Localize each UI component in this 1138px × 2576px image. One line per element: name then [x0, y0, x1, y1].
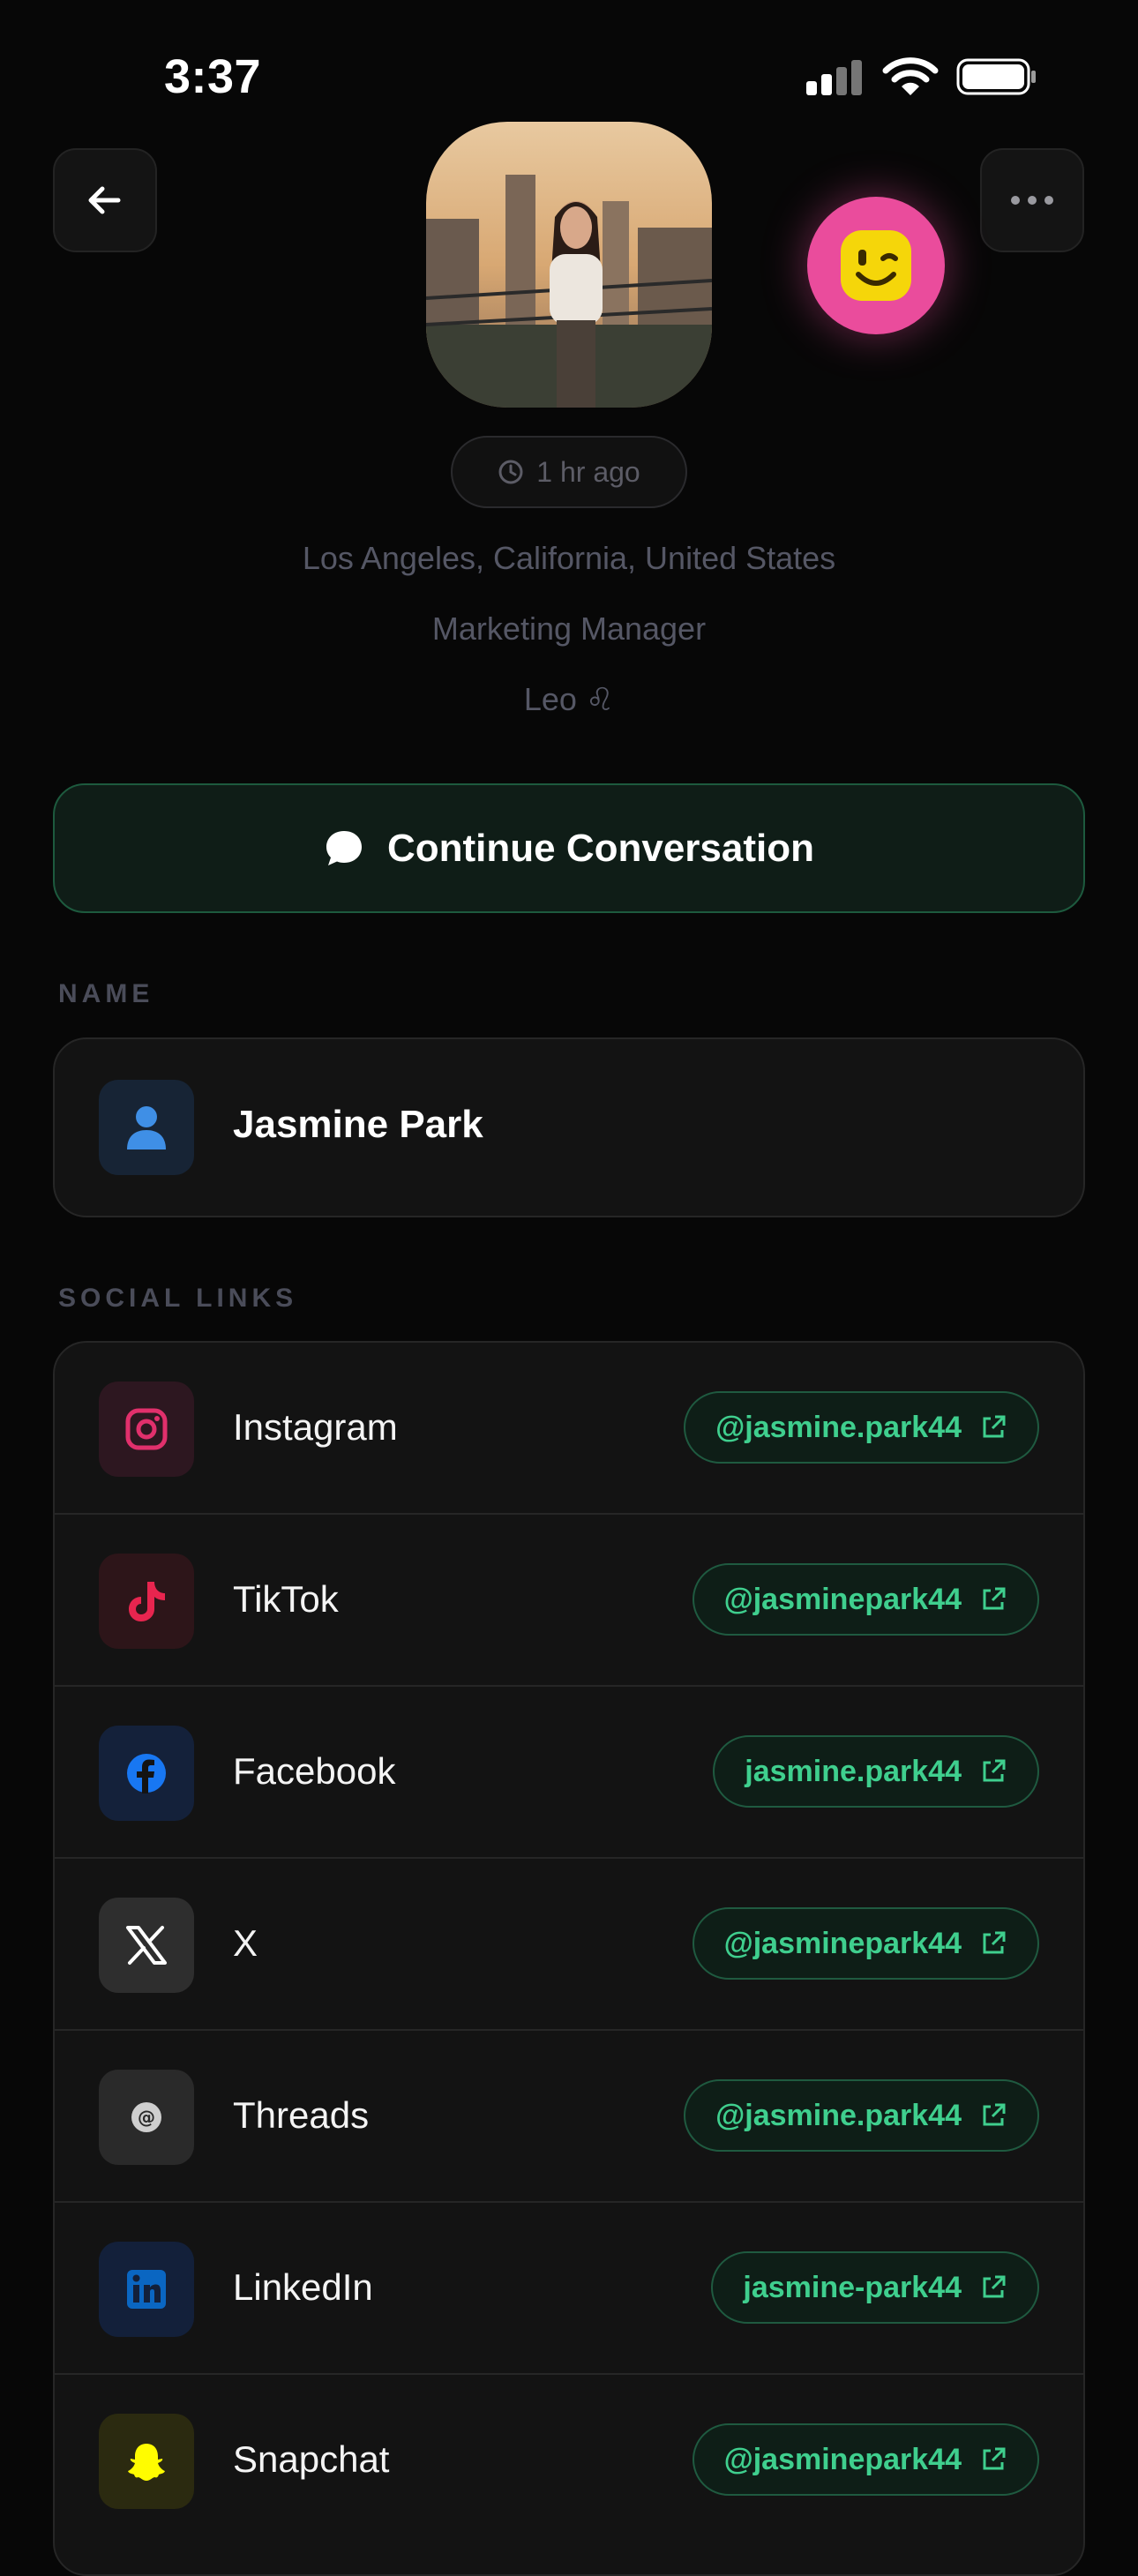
profile-location: Los Angeles, California, United States — [302, 540, 836, 576]
social-row-facebook[interactable]: Facebook jasmine.park44 — [55, 1687, 1083, 1859]
social-platform-label: Instagram — [233, 1406, 398, 1448]
more-horizontal-icon — [1011, 196, 1053, 205]
cta-label: Continue Conversation — [386, 826, 815, 870]
cellular-signal-icon — [806, 58, 863, 95]
arrow-left-icon — [88, 186, 121, 214]
continue-conversation-button[interactable]: Continue Conversation — [53, 783, 1085, 913]
social-handle-link[interactable]: @jasminepark44 — [692, 1563, 1039, 1636]
social-handle-link[interactable]: @jasminepark44 — [692, 1907, 1039, 1980]
external-link-icon — [983, 1587, 1006, 1610]
social-handle-text: @jasminepark44 — [723, 1582, 962, 1616]
social-handle-text: @jasminepark44 — [723, 2442, 962, 2476]
external-link-icon — [983, 2447, 1006, 2470]
social-handle-link[interactable]: jasmine.park44 — [713, 1735, 1039, 1808]
social-handle-link[interactable]: @jasmine.park44 — [684, 2079, 1039, 2152]
social-platform-label: Facebook — [233, 1750, 396, 1792]
profile-occupation: Marketing Manager — [431, 610, 707, 647]
social-handle-text: @jasminepark44 — [723, 1926, 962, 1960]
social-platform-label: TikTok — [233, 1578, 339, 1620]
status-time: 3:37 — [164, 50, 262, 103]
person-icon — [99, 1080, 194, 1175]
external-link-icon — [983, 1931, 1006, 1954]
name-card: Jasmine Park — [53, 1037, 1085, 1217]
x-icon — [99, 1898, 194, 1993]
avatar — [426, 122, 712, 408]
social-handle-text: @jasmine.park44 — [715, 2098, 962, 2132]
wifi-icon — [882, 56, 939, 97]
more-options-button[interactable] — [980, 148, 1084, 252]
social-links-card: Instagram @jasmine.park44 TikTok @jasmin… — [53, 1341, 1085, 2576]
battery-icon — [956, 58, 1037, 95]
social-platform-label: X — [233, 1922, 258, 1964]
social-row-threads[interactable]: @ Threads @jasmine.park44 — [55, 2031, 1083, 2203]
facebook-icon — [99, 1726, 194, 1821]
social-row-snapchat[interactable]: Snapchat @jasminepark44 — [55, 2375, 1083, 2547]
social-handle-link[interactable]: @jasminepark44 — [692, 2423, 1039, 2496]
social-handle-link[interactable]: jasmine-park44 — [711, 2251, 1039, 2324]
social-handle-link[interactable]: @jasmine.park44 — [684, 1391, 1039, 1464]
external-link-icon — [983, 2275, 1006, 2298]
tiktok-icon — [99, 1554, 194, 1649]
social-row-tiktok[interactable]: TikTok @jasminepark44 — [55, 1515, 1083, 1687]
last-seen-badge: 1 hr ago — [451, 436, 687, 508]
external-link-icon — [983, 2103, 1006, 2126]
social-links-section-label: SOCIAL LINKS — [58, 1284, 298, 1313]
threads-icon: @ — [99, 2070, 194, 2165]
social-row-linkedin[interactable]: LinkedIn jasmine-park44 — [55, 2203, 1083, 2375]
external-link-icon — [983, 1759, 1006, 1782]
winking-face-icon[interactable] — [807, 197, 945, 334]
social-row-instagram[interactable]: Instagram @jasmine.park44 — [55, 1343, 1083, 1515]
snapchat-icon — [99, 2414, 194, 2509]
social-platform-label: Threads — [233, 2094, 370, 2136]
profile-zodiac: Leo ♌ — [523, 681, 615, 717]
external-link-icon — [983, 1415, 1006, 1438]
social-row-x[interactable]: X @jasminepark44 — [55, 1859, 1083, 2031]
linkedin-icon — [99, 2242, 194, 2337]
back-button[interactable] — [53, 148, 157, 252]
svg-text:@: @ — [138, 2107, 155, 2128]
clock-icon — [498, 460, 523, 484]
social-platform-label: LinkedIn — [233, 2266, 373, 2308]
social-handle-text: jasmine-park44 — [743, 2270, 962, 2304]
chat-bubble-icon — [326, 830, 362, 865]
instagram-icon — [99, 1382, 194, 1477]
profile-name: Jasmine Park — [233, 1103, 483, 1146]
social-handle-text: @jasmine.park44 — [715, 1410, 962, 1444]
social-platform-label: Snapchat — [233, 2438, 390, 2480]
name-section-label: NAME — [58, 979, 154, 1008]
last-seen-text: 1 hr ago — [536, 455, 640, 488]
social-handle-text: jasmine.park44 — [745, 1754, 962, 1788]
